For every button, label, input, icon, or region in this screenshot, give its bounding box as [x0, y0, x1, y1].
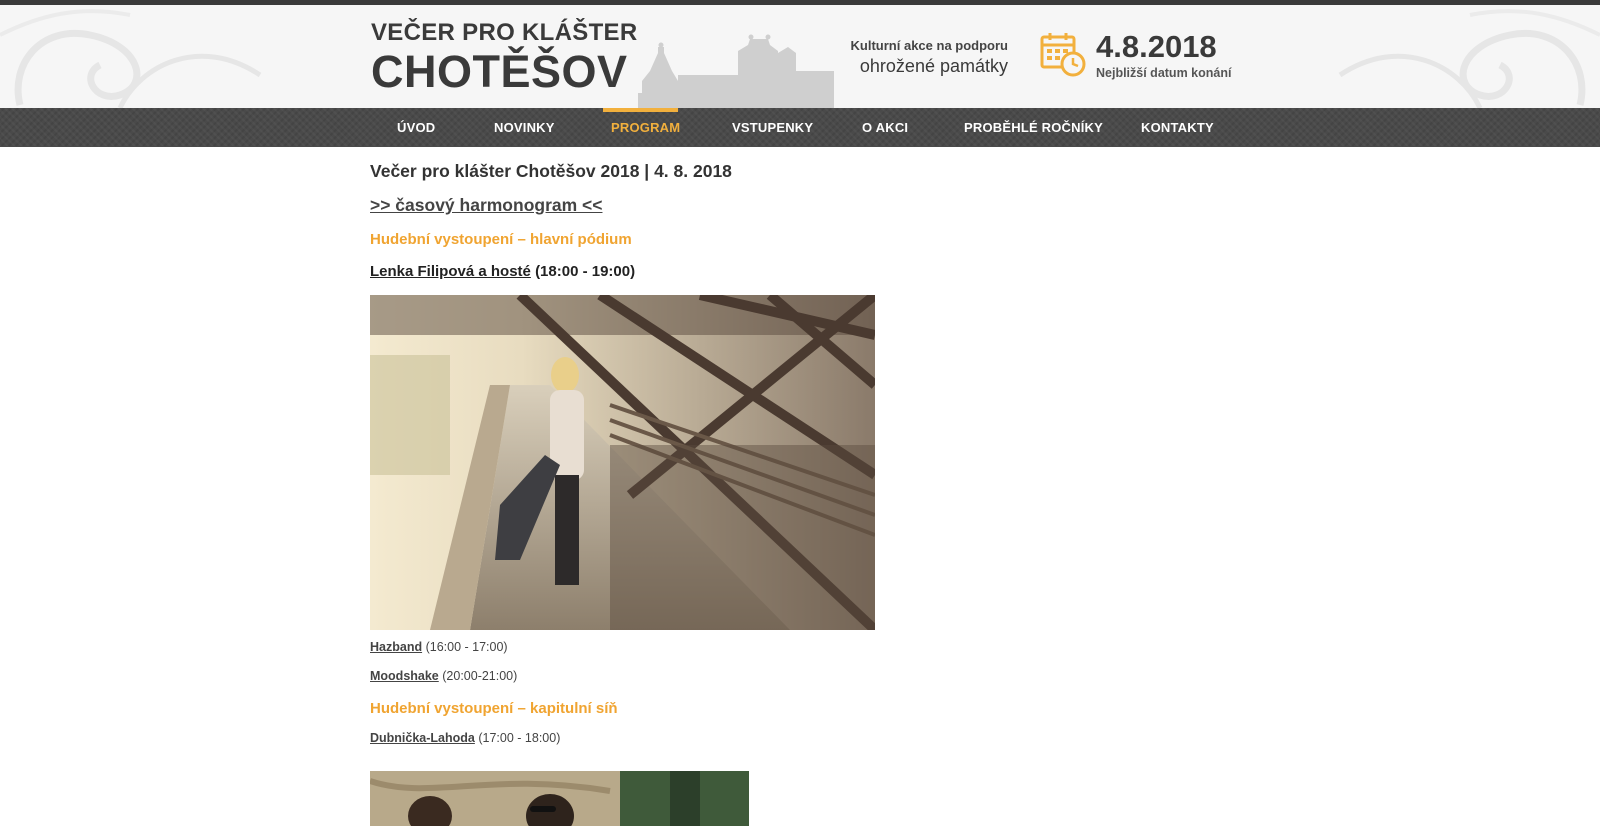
performer-time: (20:00-21:00)	[442, 669, 518, 683]
site-logo[interactable]: VEČER PRO KLÁŠTER CHOTĚŠOV	[371, 19, 637, 97]
nav-item-o-akci[interactable]: O AKCI	[862, 108, 908, 147]
performer-time: (17:00 - 18:00)	[478, 731, 561, 745]
calendar-clock-icon	[1040, 33, 1086, 77]
nav-item-probehle-rocniky[interactable]: PROBĚHLÉ ROČNÍKY	[964, 108, 1103, 147]
ornament-left	[0, 9, 262, 108]
nav-item-vstupenky[interactable]: VSTUPENKY	[732, 108, 813, 147]
featured-performer: Lenka Filipová a hosté (18:00 - 19:00)	[370, 263, 635, 280]
nav-item-program[interactable]: PROGRAM	[611, 108, 680, 147]
event-date: 4.8.2018 Nejbližší datum konání	[1096, 29, 1231, 81]
nav-item-uvod[interactable]: ÚVOD	[397, 108, 435, 147]
performer-photo	[370, 771, 749, 826]
main-nav: ÚVOD NOVINKY PROGRAM VSTUPENKY O AKCI PR…	[0, 108, 1600, 147]
performer-time: (16:00 - 17:00)	[425, 640, 508, 654]
performer-row: Hazband (16:00 - 17:00)	[370, 640, 508, 654]
performer-row: Dubnička-Lahoda (17:00 - 18:00)	[370, 731, 560, 745]
event-date-value: 4.8.2018	[1096, 29, 1217, 64]
tagline: Kulturní akce na podporu ohrožené památk…	[830, 38, 1008, 78]
nav-item-novinky[interactable]: NOVINKY	[494, 108, 555, 147]
event-date-caption: Nejbližší datum konání	[1096, 66, 1232, 80]
logo-line2: CHOTĚŠOV	[371, 46, 628, 97]
nav-active-indicator	[603, 108, 678, 112]
performer-link[interactable]: Moodshake	[370, 669, 439, 683]
section-heading-chapter-hall: Hudební vystoupení – kapitulní síň	[370, 700, 618, 717]
performer-row: Moodshake (20:00-21:00)	[370, 669, 517, 683]
nav-item-kontakty[interactable]: KONTAKTY	[1141, 108, 1214, 147]
tagline-line2: ohrožené památky	[859, 56, 1008, 76]
section-heading-main-stage: Hudební vystoupení – hlavní pódium	[370, 231, 632, 248]
tagline-line1: Kulturní akce na podporu	[850, 38, 1008, 53]
performer-link[interactable]: Hazband	[370, 640, 422, 654]
monastery-silhouette	[638, 34, 834, 108]
harmonogram-link[interactable]: >> časový harmonogram <<	[370, 195, 602, 216]
performer-time: (18:00 - 19:00)	[535, 263, 636, 280]
page-title: Večer pro klášter Chotěšov 2018 | 4. 8. …	[370, 161, 732, 181]
performer-photo	[370, 295, 875, 630]
logo-line1: VEČER PRO KLÁŠTER	[371, 19, 638, 46]
performer-link[interactable]: Lenka Filipová a hosté	[370, 263, 531, 280]
site-header: VEČER PRO KLÁŠTER CHOTĚŠOV Kulturní akce…	[0, 5, 1600, 108]
ornament-right	[1338, 9, 1600, 108]
performer-link[interactable]: Dubnička-Lahoda	[370, 731, 475, 745]
